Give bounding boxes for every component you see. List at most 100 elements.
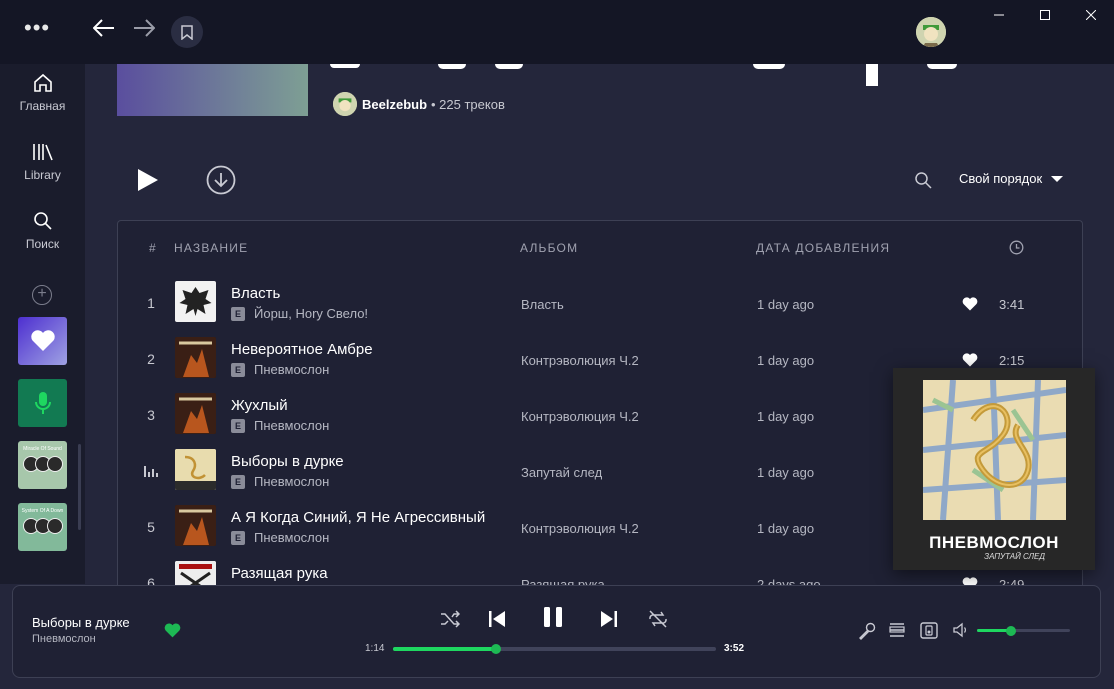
playlist-title-clipped bbox=[330, 64, 970, 88]
now-playing-title[interactable]: Выборы в дурке bbox=[32, 615, 130, 630]
header-album[interactable]: АЛЬБОМ bbox=[520, 241, 578, 255]
bookmark-icon bbox=[181, 24, 193, 40]
avatar-icon bbox=[333, 92, 357, 116]
play-icon bbox=[138, 169, 158, 191]
maximize-button[interactable] bbox=[1022, 0, 1068, 30]
playlist-owner: Beelzebub • 225 треков bbox=[333, 92, 505, 116]
sidebar-item-label: Library bbox=[24, 168, 61, 182]
bookmark-button[interactable] bbox=[171, 16, 203, 48]
volume-button[interactable] bbox=[952, 622, 968, 638]
title-bar: ••• bbox=[0, 0, 1114, 64]
owner-name[interactable]: Beelzebub bbox=[362, 97, 427, 112]
track-title[interactable]: Разящая рука bbox=[231, 565, 328, 582]
track-title[interactable]: Власть bbox=[231, 285, 280, 302]
artist-link[interactable]: Пневмослон bbox=[254, 362, 329, 377]
volume-slider[interactable] bbox=[977, 625, 1070, 636]
track-title[interactable]: Жухлый bbox=[231, 397, 288, 414]
now-playing-like-button[interactable] bbox=[164, 623, 181, 638]
progress-bar[interactable] bbox=[393, 644, 716, 654]
download-button[interactable] bbox=[206, 165, 236, 195]
like-button[interactable] bbox=[962, 353, 978, 367]
sort-dropdown[interactable]: Свой порядок bbox=[959, 171, 1064, 186]
artist-link[interactable]: Пневмослон bbox=[254, 530, 329, 545]
sidebar-item-library[interactable]: Library bbox=[0, 142, 85, 182]
track-album[interactable]: Контрэволюция Ч.2 bbox=[521, 353, 639, 368]
sidebar-item-label: Главная bbox=[19, 99, 66, 113]
progress-fill bbox=[393, 647, 497, 651]
track-title[interactable]: Выборы в дурке bbox=[231, 453, 344, 470]
track-artist: E Пневмослон bbox=[231, 530, 329, 545]
artist-link[interactable]: Пневмослон bbox=[254, 418, 329, 433]
track-artist: E Йорш, Hory Свело! bbox=[231, 306, 368, 321]
queue-icon bbox=[889, 623, 905, 637]
explicit-badge: E bbox=[231, 362, 245, 377]
more-menu-button[interactable]: ••• bbox=[24, 17, 50, 39]
track-album[interactable]: Запутай след bbox=[521, 465, 602, 480]
like-button[interactable] bbox=[962, 297, 978, 311]
forward-button[interactable] bbox=[131, 15, 157, 41]
header-duration[interactable] bbox=[1009, 240, 1024, 258]
track-album[interactable]: Власть bbox=[521, 297, 564, 312]
track-cover bbox=[175, 449, 216, 490]
table-header: # НАЗВАНИЕ АЛЬБОМ ДАТА ДОБАВЛЕНИЯ bbox=[118, 221, 1082, 277]
album-art-icon bbox=[175, 505, 216, 546]
devices-icon bbox=[920, 622, 938, 639]
sidebar-item-search[interactable]: Поиск bbox=[0, 211, 85, 251]
track-title[interactable]: Невероятное Амбре bbox=[231, 341, 373, 358]
playlist-cover[interactable] bbox=[117, 64, 308, 116]
shuffle-icon bbox=[441, 610, 460, 628]
user-avatar[interactable] bbox=[916, 17, 946, 47]
create-playlist-button[interactable]: + bbox=[32, 285, 52, 305]
artist-link[interactable]: Йорш, Hory Свело! bbox=[254, 306, 368, 321]
header-date-added[interactable]: ДАТА ДОБАВЛЕНИЯ bbox=[756, 241, 890, 255]
track-album[interactable]: Контрэволюция Ч.2 bbox=[521, 521, 639, 536]
header-title[interactable]: НАЗВАНИЕ bbox=[174, 241, 248, 255]
playlist-tile-miracle-of-sound[interactable]: Miracle Of Sound bbox=[18, 441, 67, 489]
queue-button[interactable] bbox=[889, 622, 905, 638]
track-album[interactable]: Контрэволюция Ч.2 bbox=[521, 409, 639, 424]
playlist-search-button[interactable] bbox=[914, 171, 932, 189]
previous-button[interactable] bbox=[488, 610, 506, 628]
now-playing-cover-large[interactable]: ПНЕВМОСЛОН ЗАПУТАЙ СЛЕД bbox=[893, 368, 1095, 570]
sidebar-scrollbar[interactable] bbox=[78, 444, 81, 530]
devices-button[interactable] bbox=[920, 622, 938, 639]
track-row[interactable]: 1 Власть E Йорш, Hory Свело! Власть 1 da… bbox=[118, 275, 1082, 331]
liked-songs-tile[interactable] bbox=[18, 317, 67, 365]
owner-avatar[interactable] bbox=[333, 92, 357, 116]
pause-icon bbox=[544, 607, 562, 627]
repeat-button[interactable] bbox=[648, 610, 668, 628]
city-map-graphic bbox=[923, 380, 1066, 520]
sidebar: Главная Library Поиск + Miracle Of Sound… bbox=[0, 64, 85, 584]
volume-handle[interactable] bbox=[1006, 625, 1017, 636]
next-button[interactable] bbox=[600, 610, 618, 628]
repeat-off-icon bbox=[649, 610, 667, 628]
lyrics-button[interactable] bbox=[858, 622, 876, 640]
clock-icon bbox=[1009, 240, 1024, 255]
close-button[interactable] bbox=[1068, 0, 1114, 30]
artist-link[interactable]: Пневмослон bbox=[254, 474, 329, 489]
shuffle-button[interactable] bbox=[440, 610, 460, 628]
back-button[interactable] bbox=[91, 15, 117, 41]
minimize-button[interactable] bbox=[976, 0, 1022, 30]
track-cover bbox=[175, 337, 216, 378]
play-button[interactable] bbox=[134, 166, 162, 194]
cover-artist-name: ПНЕВМОСЛОН bbox=[929, 533, 1059, 552]
album-art-icon bbox=[175, 393, 216, 434]
track-title[interactable]: А Я Когда Синий, Я Не Агрессивный bbox=[231, 509, 485, 526]
microphone-lyrics-icon bbox=[859, 622, 876, 640]
progress-handle[interactable] bbox=[491, 644, 502, 654]
eagle-emblem-icon bbox=[179, 287, 212, 316]
skip-forward-icon bbox=[601, 611, 617, 627]
minimize-icon bbox=[994, 14, 1004, 16]
podcast-tile[interactable] bbox=[18, 379, 67, 427]
artist-collage bbox=[18, 518, 67, 534]
playlist-tile-system-of-a-down[interactable]: System Of A Down bbox=[18, 503, 67, 551]
player-bar: Выборы в дурке Пневмослон 1:14 3:52 bbox=[12, 585, 1101, 678]
pause-button[interactable] bbox=[542, 606, 564, 628]
sidebar-item-home[interactable]: Главная bbox=[0, 73, 85, 113]
track-duration: 2:15 bbox=[999, 353, 1025, 368]
track-number: 2 bbox=[147, 351, 155, 367]
tile-title: Miracle Of Sound bbox=[23, 446, 62, 452]
volume-icon bbox=[953, 622, 967, 638]
now-playing-artist[interactable]: Пневмослон bbox=[32, 633, 96, 645]
